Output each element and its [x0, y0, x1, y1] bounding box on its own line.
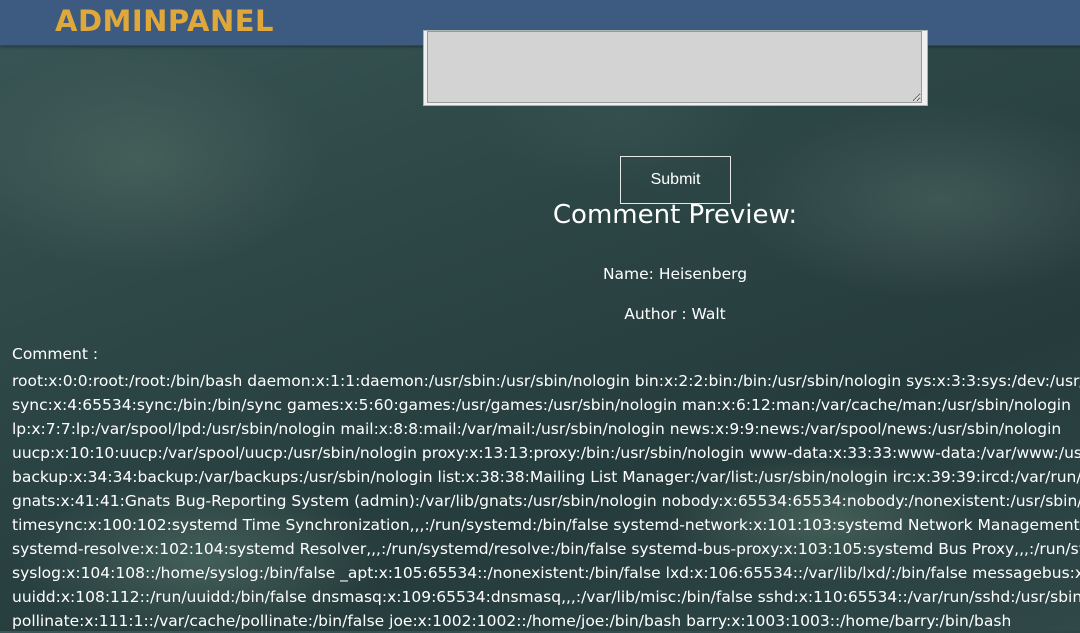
- comment-line: uuidd:x:108:112::/run/uuidd:/bin/false d…: [12, 588, 1080, 606]
- comment-preview-title: Comment Preview:: [552, 200, 798, 230]
- preview-comment-label: Comment :: [12, 345, 99, 363]
- comment-line: uucp:x:10:10:uucp:/var/spool/uucp:/usr/s…: [12, 444, 1080, 462]
- preview-comment-body: root:x:0:0:root:/root:/bin/bash daemon:x…: [12, 369, 1080, 633]
- comment-line: syslog:x:104:108::/home/syslog:/bin/fals…: [12, 564, 1080, 582]
- preview-author: Author : Walt: [624, 305, 726, 323]
- submit-button[interactable]: Submit: [620, 156, 731, 204]
- comment-line: sync:x:4:65534:sync:/bin:/bin/sync games…: [12, 396, 1071, 414]
- comment-line: root:x:0:0:root:/root:/bin/bash daemon:x…: [12, 372, 1080, 390]
- comment-line: backup:x:34:34:backup:/var/backups:/usr/…: [12, 468, 1080, 486]
- comment-line: systemd-resolve:x:102:104:systemd Resolv…: [12, 540, 1080, 558]
- brand-logo[interactable]: ADMINPANEL: [55, 2, 274, 40]
- comment-line: lp:x:7:7:lp:/var/spool/lpd:/usr/sbin/nol…: [12, 420, 1062, 438]
- comment-textarea-container: [423, 30, 928, 106]
- comment-line: timesync:x:100:102:systemd Time Synchron…: [12, 516, 1080, 534]
- comment-line: pollinate:x:111:1::/var/cache/pollinate:…: [12, 612, 1012, 630]
- comment-line: gnats:x:41:41:Gnats Bug-Reporting System…: [12, 492, 1080, 510]
- comment-textarea[interactable]: [427, 31, 922, 103]
- preview-name: Name: Heisenberg: [602, 265, 748, 283]
